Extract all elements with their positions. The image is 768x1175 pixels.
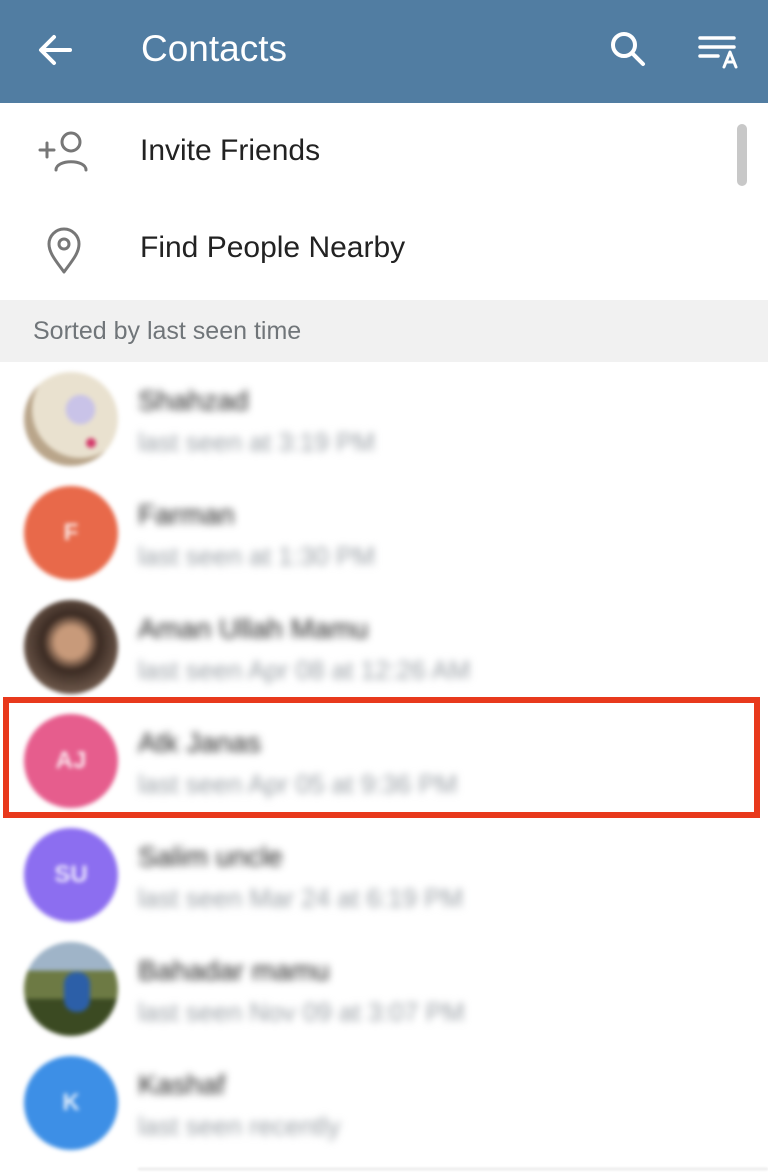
highlight-box xyxy=(3,697,760,818)
find-people-nearby-row[interactable]: Find People Nearby xyxy=(0,200,768,298)
contact-name: Bahadar mamu xyxy=(138,955,330,986)
avatar-initials: SU xyxy=(54,861,88,888)
avatar-initials: F xyxy=(63,519,79,546)
contact-row[interactable]: Bahadar mamu last seen Nov 09 at 3:07 PM xyxy=(0,932,768,1046)
contact-status: last seen Apr 08 at 12:26 AM xyxy=(138,655,471,685)
invite-friends-row[interactable]: Invite Friends xyxy=(0,103,768,201)
contact-row[interactable]: Aman Ullah Mamu last seen Apr 08 at 12:2… xyxy=(0,590,768,704)
contact-row[interactable]: K Kashaf last seen recently xyxy=(0,1046,768,1160)
contact-status: last seen recently xyxy=(138,1111,341,1141)
contact-row[interactable]: Shahzad last seen at 3:19 PM xyxy=(0,362,768,476)
arrow-left-icon[interactable] xyxy=(30,26,78,74)
avatar xyxy=(24,942,118,1036)
contacts-screen: Contacts Invite Friends Find People Near… xyxy=(0,0,768,1175)
scrollbar[interactable] xyxy=(737,124,747,186)
contact-name: Salim uncle xyxy=(138,841,283,872)
avatar xyxy=(24,372,118,466)
location-pin-icon xyxy=(36,225,92,275)
page-title: Contacts xyxy=(141,28,288,69)
list-divider xyxy=(138,1168,768,1170)
contact-row[interactable]: F Farman last seen at 1:30 PM xyxy=(0,476,768,590)
app-bar: Contacts xyxy=(0,0,768,103)
contact-name: Farman xyxy=(138,499,235,530)
invite-friends-label: Invite Friends xyxy=(140,134,321,167)
contact-status: last seen at 1:30 PM xyxy=(138,541,376,571)
contact-row[interactable]: SU Salim uncle last seen Mar 24 at 6:19 … xyxy=(0,818,768,932)
contact-name: Shahzad xyxy=(138,385,249,416)
add-person-icon xyxy=(36,128,92,178)
contact-status: last seen at 3:19 PM xyxy=(138,427,376,457)
section-header: Sorted by last seen time xyxy=(0,300,768,362)
find-people-nearby-label: Find People Nearby xyxy=(140,231,406,264)
contact-name: Aman Ullah Mamu xyxy=(138,613,369,644)
avatar-initials: K xyxy=(62,1089,80,1116)
section-header-label: Sorted by last seen time xyxy=(33,317,302,345)
avatar: K xyxy=(24,1056,118,1150)
avatar: F xyxy=(24,486,118,580)
avatar: SU xyxy=(24,828,118,922)
contact-status: last seen Nov 09 at 3:07 PM xyxy=(138,997,465,1027)
contact-name: Kashaf xyxy=(138,1069,226,1100)
avatar xyxy=(24,600,118,694)
sort-alpha-icon[interactable] xyxy=(694,25,746,73)
contact-status: last seen Mar 24 at 6:19 PM xyxy=(138,883,464,913)
search-icon[interactable] xyxy=(604,25,652,73)
